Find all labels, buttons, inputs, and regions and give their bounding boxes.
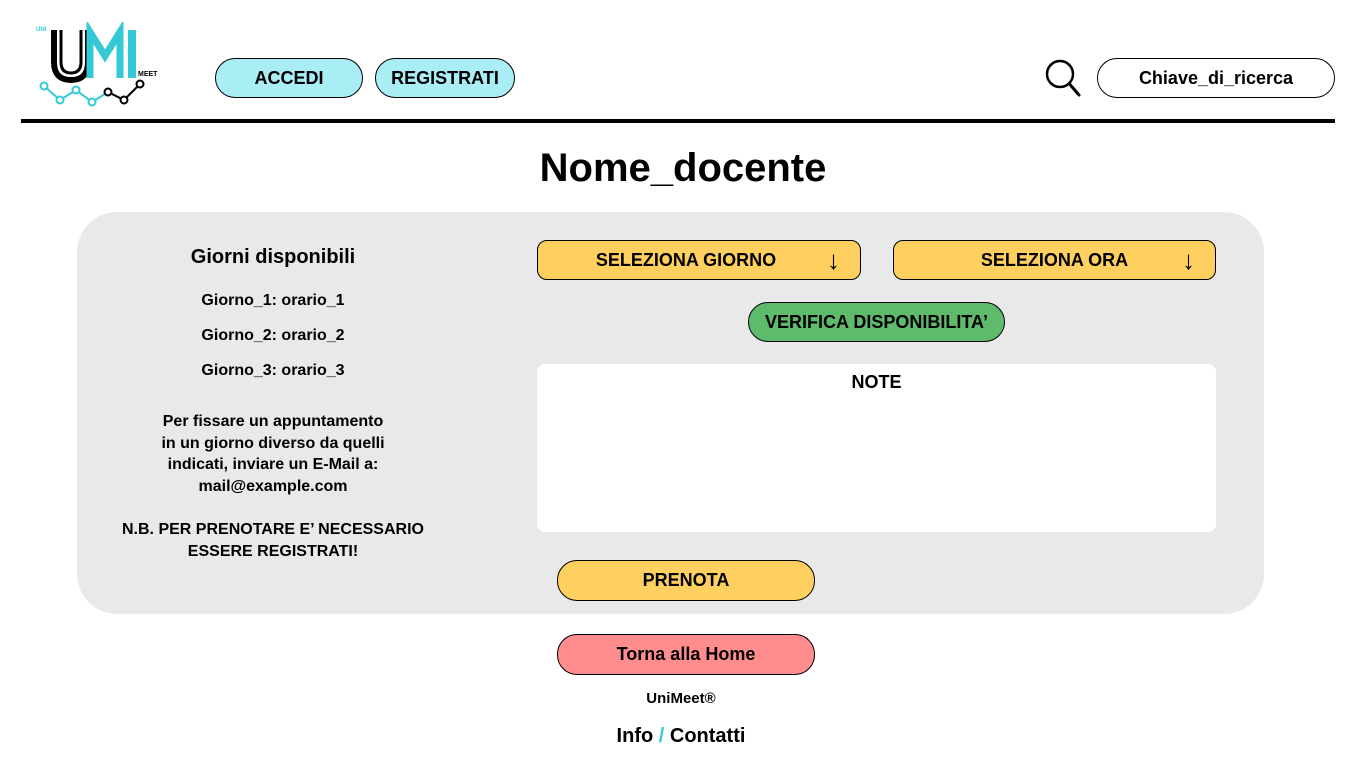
alternate-day-info: Per fissare un appuntamento in un giorno… <box>100 411 446 497</box>
verify-availability-button[interactable]: VERIFICA DISPONIBILITA’ <box>748 302 1005 342</box>
page-title: Nome_docente <box>539 146 827 190</box>
back-home-button[interactable]: Torna alla Home <box>557 634 815 675</box>
info-link[interactable]: Info <box>617 725 654 747</box>
footer-links: Info / Contatti <box>0 725 1362 748</box>
availability-title: Giorni disponibili <box>190 246 356 268</box>
accedi-button[interactable]: ACCEDI <box>215 58 363 98</box>
contacts-link[interactable]: Contatti <box>670 725 746 747</box>
book-button[interactable]: PRENOTA <box>557 560 815 601</box>
brand-name: UniMeet® <box>646 690 716 707</box>
unimeet-logo[interactable]: UNI MEET <box>34 22 174 110</box>
availability-slot: Giorno_2: orario_2 <box>201 327 345 344</box>
info-line: indicati, inviare un E-Mail a: <box>167 456 379 473</box>
note-box: NOTE <box>537 364 1216 532</box>
arrow-down-icon: ↓ <box>827 245 840 275</box>
registration-notice: N.B. PER PRENOTARE E’ NECESSARIO ESSERE … <box>100 519 446 562</box>
unimeet-logo-icon: UNI MEET <box>36 22 158 107</box>
note-label: NOTE <box>851 372 902 392</box>
search-icon[interactable] <box>1044 58 1082 98</box>
header-divider <box>21 119 1335 123</box>
contact-email: mail@example.com <box>198 477 348 495</box>
notice-line: ESSERE REGISTRATI! <box>187 542 359 560</box>
select-hour-dropdown[interactable]: SELEZIONA ORA ↓ <box>893 240 1216 280</box>
header: UNI MEET ACCEDI REGISTRATI <box>0 0 1366 123</box>
logo-side-text: MEET <box>138 71 158 78</box>
logo-top-text: UNI <box>36 27 47 33</box>
arrow-down-icon: ↓ <box>1182 245 1195 275</box>
info-line: in un giorno diverso da quelli <box>161 434 385 452</box>
registrati-button[interactable]: REGISTRATI <box>375 58 515 98</box>
select-day-dropdown[interactable]: SELEZIONA GIORNO ↓ <box>537 240 861 280</box>
select-hour-label: SELEZIONA ORA <box>980 249 1129 270</box>
info-line: Per fissare un appuntamento <box>162 413 384 430</box>
search-input[interactable] <box>1097 58 1335 98</box>
notice-line: N.B. PER PRENOTARE E’ NECESSARIO <box>122 521 424 538</box>
note-textarea[interactable] <box>547 400 1206 524</box>
availability-slot: Giorno_1: orario_1 <box>201 292 345 309</box>
footer-separator: / <box>658 725 665 747</box>
select-day-label: SELEZIONA GIORNO <box>595 249 777 270</box>
availability-slot: Giorno_3: orario_3 <box>201 362 345 379</box>
